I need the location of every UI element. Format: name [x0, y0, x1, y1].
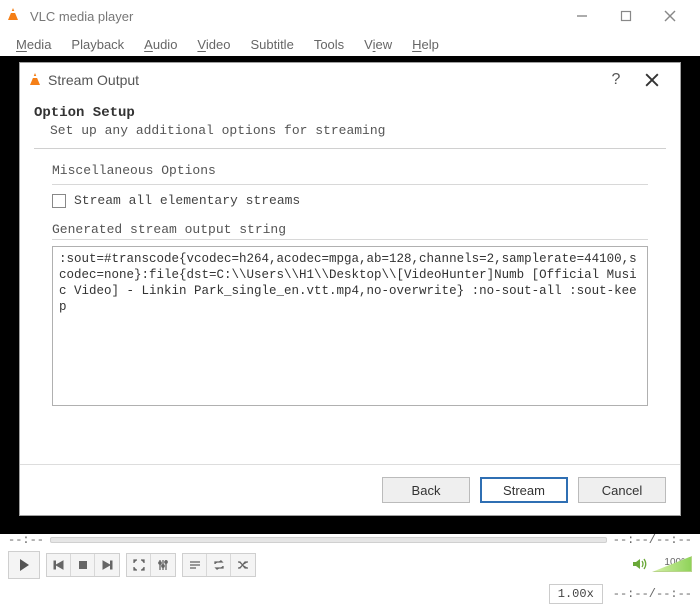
divider: [52, 239, 648, 240]
play-button[interactable]: [9, 552, 39, 578]
vlc-cone-icon: [8, 8, 24, 24]
dialog-button-row: Back Stream Cancel: [20, 464, 680, 515]
vlc-cone-icon: [30, 73, 40, 88]
cancel-button[interactable]: Cancel: [578, 477, 666, 503]
minimize-button[interactable]: [560, 1, 604, 31]
stream-output-dialog: Stream Output ? Option Setup Set up any …: [19, 62, 681, 516]
misc-options-label: Miscellaneous Options: [52, 163, 648, 178]
generated-string-label: Generated stream output string: [52, 222, 648, 237]
dialog-subheading: Set up any additional options for stream…: [34, 123, 666, 138]
video-area: Stream Output ? Option Setup Set up any …: [0, 56, 700, 534]
dialog-help-button[interactable]: ?: [598, 66, 634, 94]
loop-button[interactable]: [207, 554, 231, 576]
shuffle-button[interactable]: [231, 554, 255, 576]
previous-button[interactable]: [47, 554, 71, 576]
total-time: --:--/--:--: [613, 533, 692, 547]
menu-subtitle[interactable]: Subtitle: [240, 35, 303, 54]
seek-bar-row: --:-- --:--/--:--: [0, 534, 700, 546]
menu-playback[interactable]: Playback: [61, 35, 134, 54]
generated-string-textarea[interactable]: :sout=#transcode{vcodec=h264,acodec=mpga…: [52, 246, 648, 406]
stream-all-label: Stream all elementary streams: [74, 193, 300, 208]
menu-video[interactable]: Video: [187, 35, 240, 54]
menu-help[interactable]: Help: [402, 35, 449, 54]
stop-button[interactable]: [71, 554, 95, 576]
menu-tools[interactable]: Tools: [304, 35, 354, 54]
divider: [34, 148, 666, 149]
dialog-title: Stream Output: [48, 72, 139, 88]
volume-slider[interactable]: 100%: [652, 556, 692, 574]
menu-view[interactable]: View: [354, 35, 402, 54]
fullscreen-button[interactable]: [127, 554, 151, 576]
seek-slider[interactable]: [50, 537, 607, 543]
dialog-titlebar: Stream Output ?: [20, 63, 680, 97]
stream-button[interactable]: Stream: [480, 477, 568, 503]
menu-audio[interactable]: Audio: [134, 35, 187, 54]
elapsed-time: --:--: [8, 533, 44, 547]
dialog-heading: Option Setup: [34, 105, 666, 121]
menubar: MediaPlaybackAudioVideoSubtitleToolsView…: [0, 32, 700, 56]
main-titlebar: VLC media player: [0, 0, 700, 32]
window-title: VLC media player: [30, 9, 133, 24]
playback-speed[interactable]: 1.00x: [549, 584, 603, 604]
stream-all-checkbox[interactable]: [52, 194, 66, 208]
next-button[interactable]: [95, 554, 119, 576]
divider: [52, 184, 648, 185]
menu-media[interactable]: Media: [6, 35, 61, 54]
extended-settings-button[interactable]: [151, 554, 175, 576]
maximize-button[interactable]: [604, 1, 648, 31]
back-button[interactable]: Back: [382, 477, 470, 503]
dialog-close-button[interactable]: [634, 66, 670, 94]
playback-controls: 100%: [0, 546, 700, 584]
speaker-icon[interactable]: [632, 557, 648, 574]
close-button[interactable]: [648, 1, 692, 31]
playlist-button[interactable]: [183, 554, 207, 576]
time-display: --:--/--:--: [613, 587, 692, 601]
